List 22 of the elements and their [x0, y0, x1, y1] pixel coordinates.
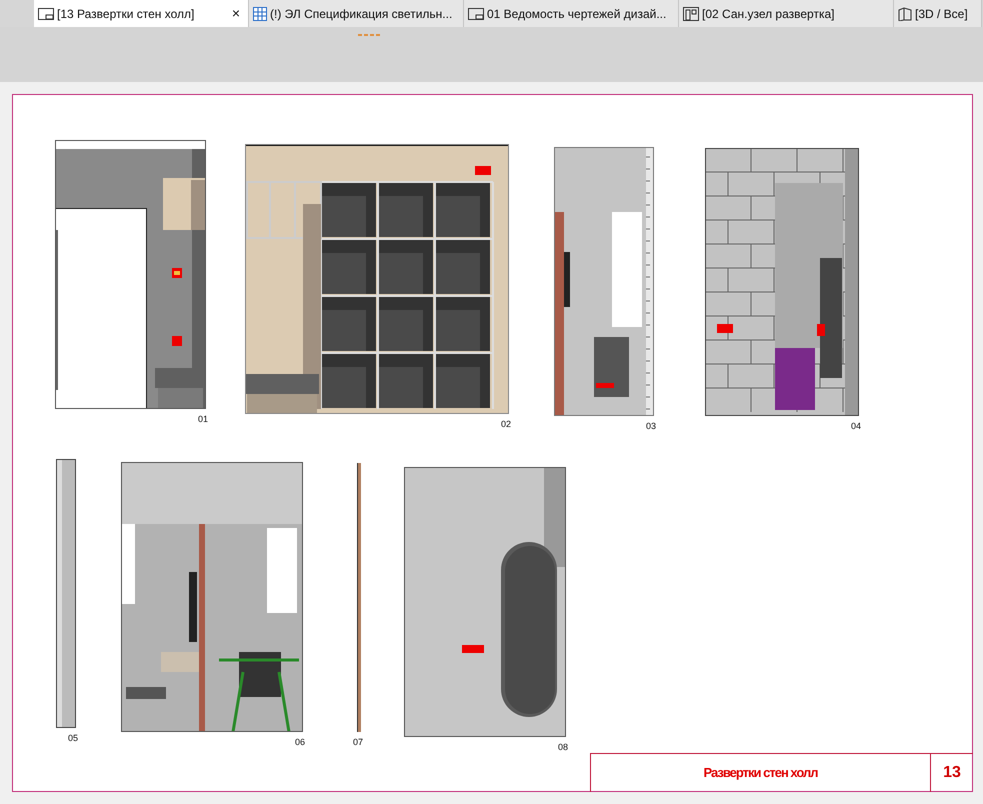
sheet-number: 13	[943, 763, 961, 783]
drawing-number: 07	[353, 736, 364, 749]
document-tab[interactable]: [13 Развертки стен холл] ×	[34, 0, 249, 27]
guide-mark	[358, 34, 382, 36]
drawing-number: 08	[558, 741, 568, 754]
drawing-number: 02	[501, 418, 512, 431]
elevation-icon	[683, 6, 699, 20]
drawing-number: 03	[646, 420, 656, 433]
table-icon	[253, 6, 267, 20]
document-tab[interactable]: [02 Сан.узел развертка]	[679, 0, 894, 27]
sheet-title: Развертки стен холл	[704, 764, 818, 782]
drawing-number: 01	[198, 413, 208, 426]
document-tab[interactable]: (!) ЭЛ Спецификация светильн...	[249, 0, 464, 27]
document-tab[interactable]: [3D / Все]	[894, 0, 982, 27]
close-icon[interactable]: ×	[228, 3, 244, 24]
drawing-number: 06	[295, 736, 306, 749]
document-tab[interactable]: 01 Ведомость чертежей дизай...	[464, 0, 679, 27]
cube-icon	[898, 6, 912, 20]
drawing-number: 05	[68, 732, 78, 745]
sheet-icon	[468, 6, 484, 20]
sheet-icon	[38, 6, 54, 20]
drawing-number: 04	[851, 420, 862, 433]
